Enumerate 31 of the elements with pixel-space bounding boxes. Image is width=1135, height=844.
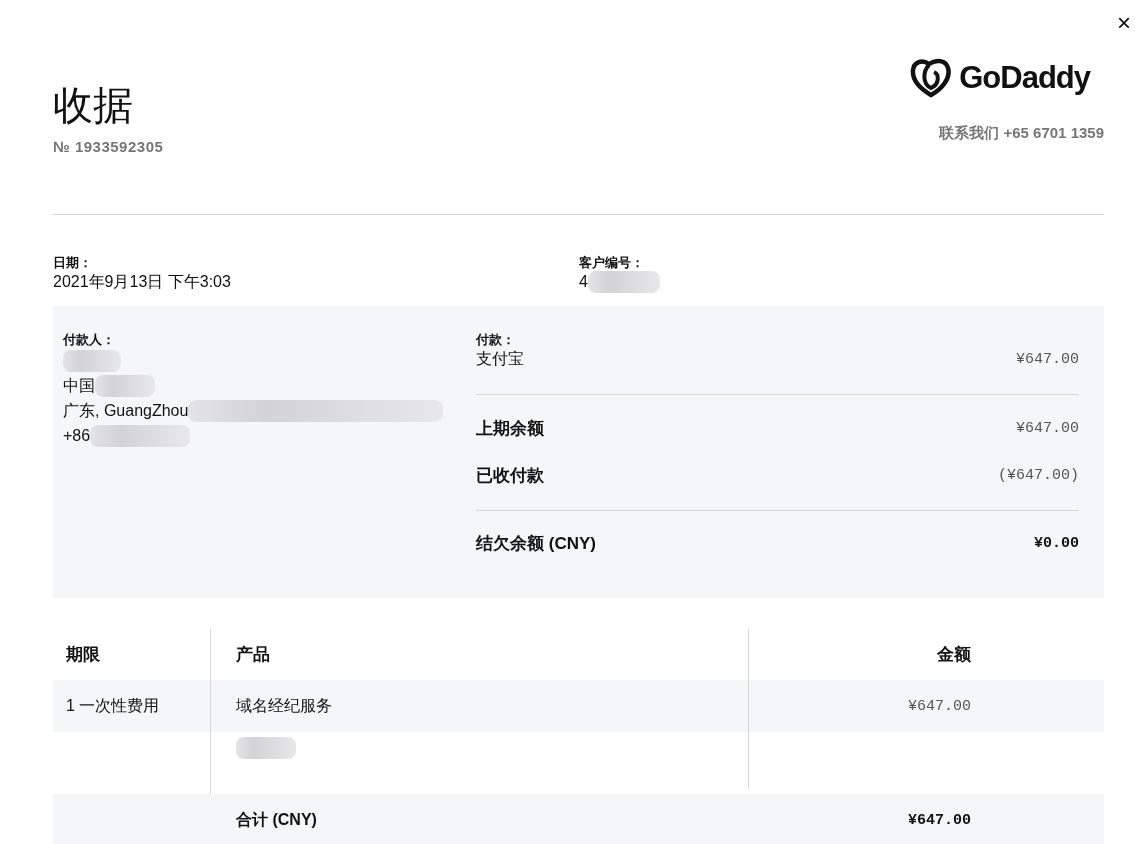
logo-text: GoDaddy (959, 60, 1090, 96)
logo-icon (909, 58, 954, 98)
total-label: 合计 (CNY) (235, 809, 318, 830)
balance-label: 结欠余额 (CNY) (476, 533, 596, 555)
summary-amount: (¥647.00) (998, 467, 1079, 484)
summary-amount: ¥647.00 (1016, 420, 1079, 437)
payer-detail: +86 (63, 426, 91, 446)
balance-amount: ¥0.00 (1034, 535, 1079, 552)
payer-detail: 广东, GuangZhou (63, 401, 189, 421)
product-cell: 域名经纪服务 (210, 680, 748, 732)
customer-number-label: 客户编号： (579, 255, 645, 271)
summary-label: 上期余额 (476, 418, 544, 440)
column-header: 产品 (236, 644, 270, 666)
contact-phone: 联系我们 +65 6701 1359 (939, 124, 1104, 143)
column-header: 金额 (937, 644, 971, 666)
receipt-number: № 1933592305 (53, 138, 164, 155)
receipt-title: 收据 (53, 82, 134, 129)
date-label: 日期： (53, 255, 93, 271)
summary-label: 已收付款 (476, 465, 544, 487)
payment-amount: ¥647.00 (1016, 350, 1079, 368)
customer-number: 4 (579, 272, 588, 292)
total-amount: ¥647.00 (908, 811, 971, 829)
payment-label: 付款： (476, 332, 516, 348)
term-cell: 1 一次性费用 (53, 680, 210, 732)
close-button[interactable]: × (1113, 10, 1135, 36)
payment-method: 支付宝 (476, 348, 524, 369)
amount-cell: ¥647.00 (748, 680, 1104, 732)
date-value: 2021年9月13日 下午3:03 (53, 272, 231, 292)
payer-detail: 中国 (63, 376, 95, 396)
payer-label: 付款人： (63, 332, 116, 348)
column-header: 期限 (66, 644, 100, 666)
